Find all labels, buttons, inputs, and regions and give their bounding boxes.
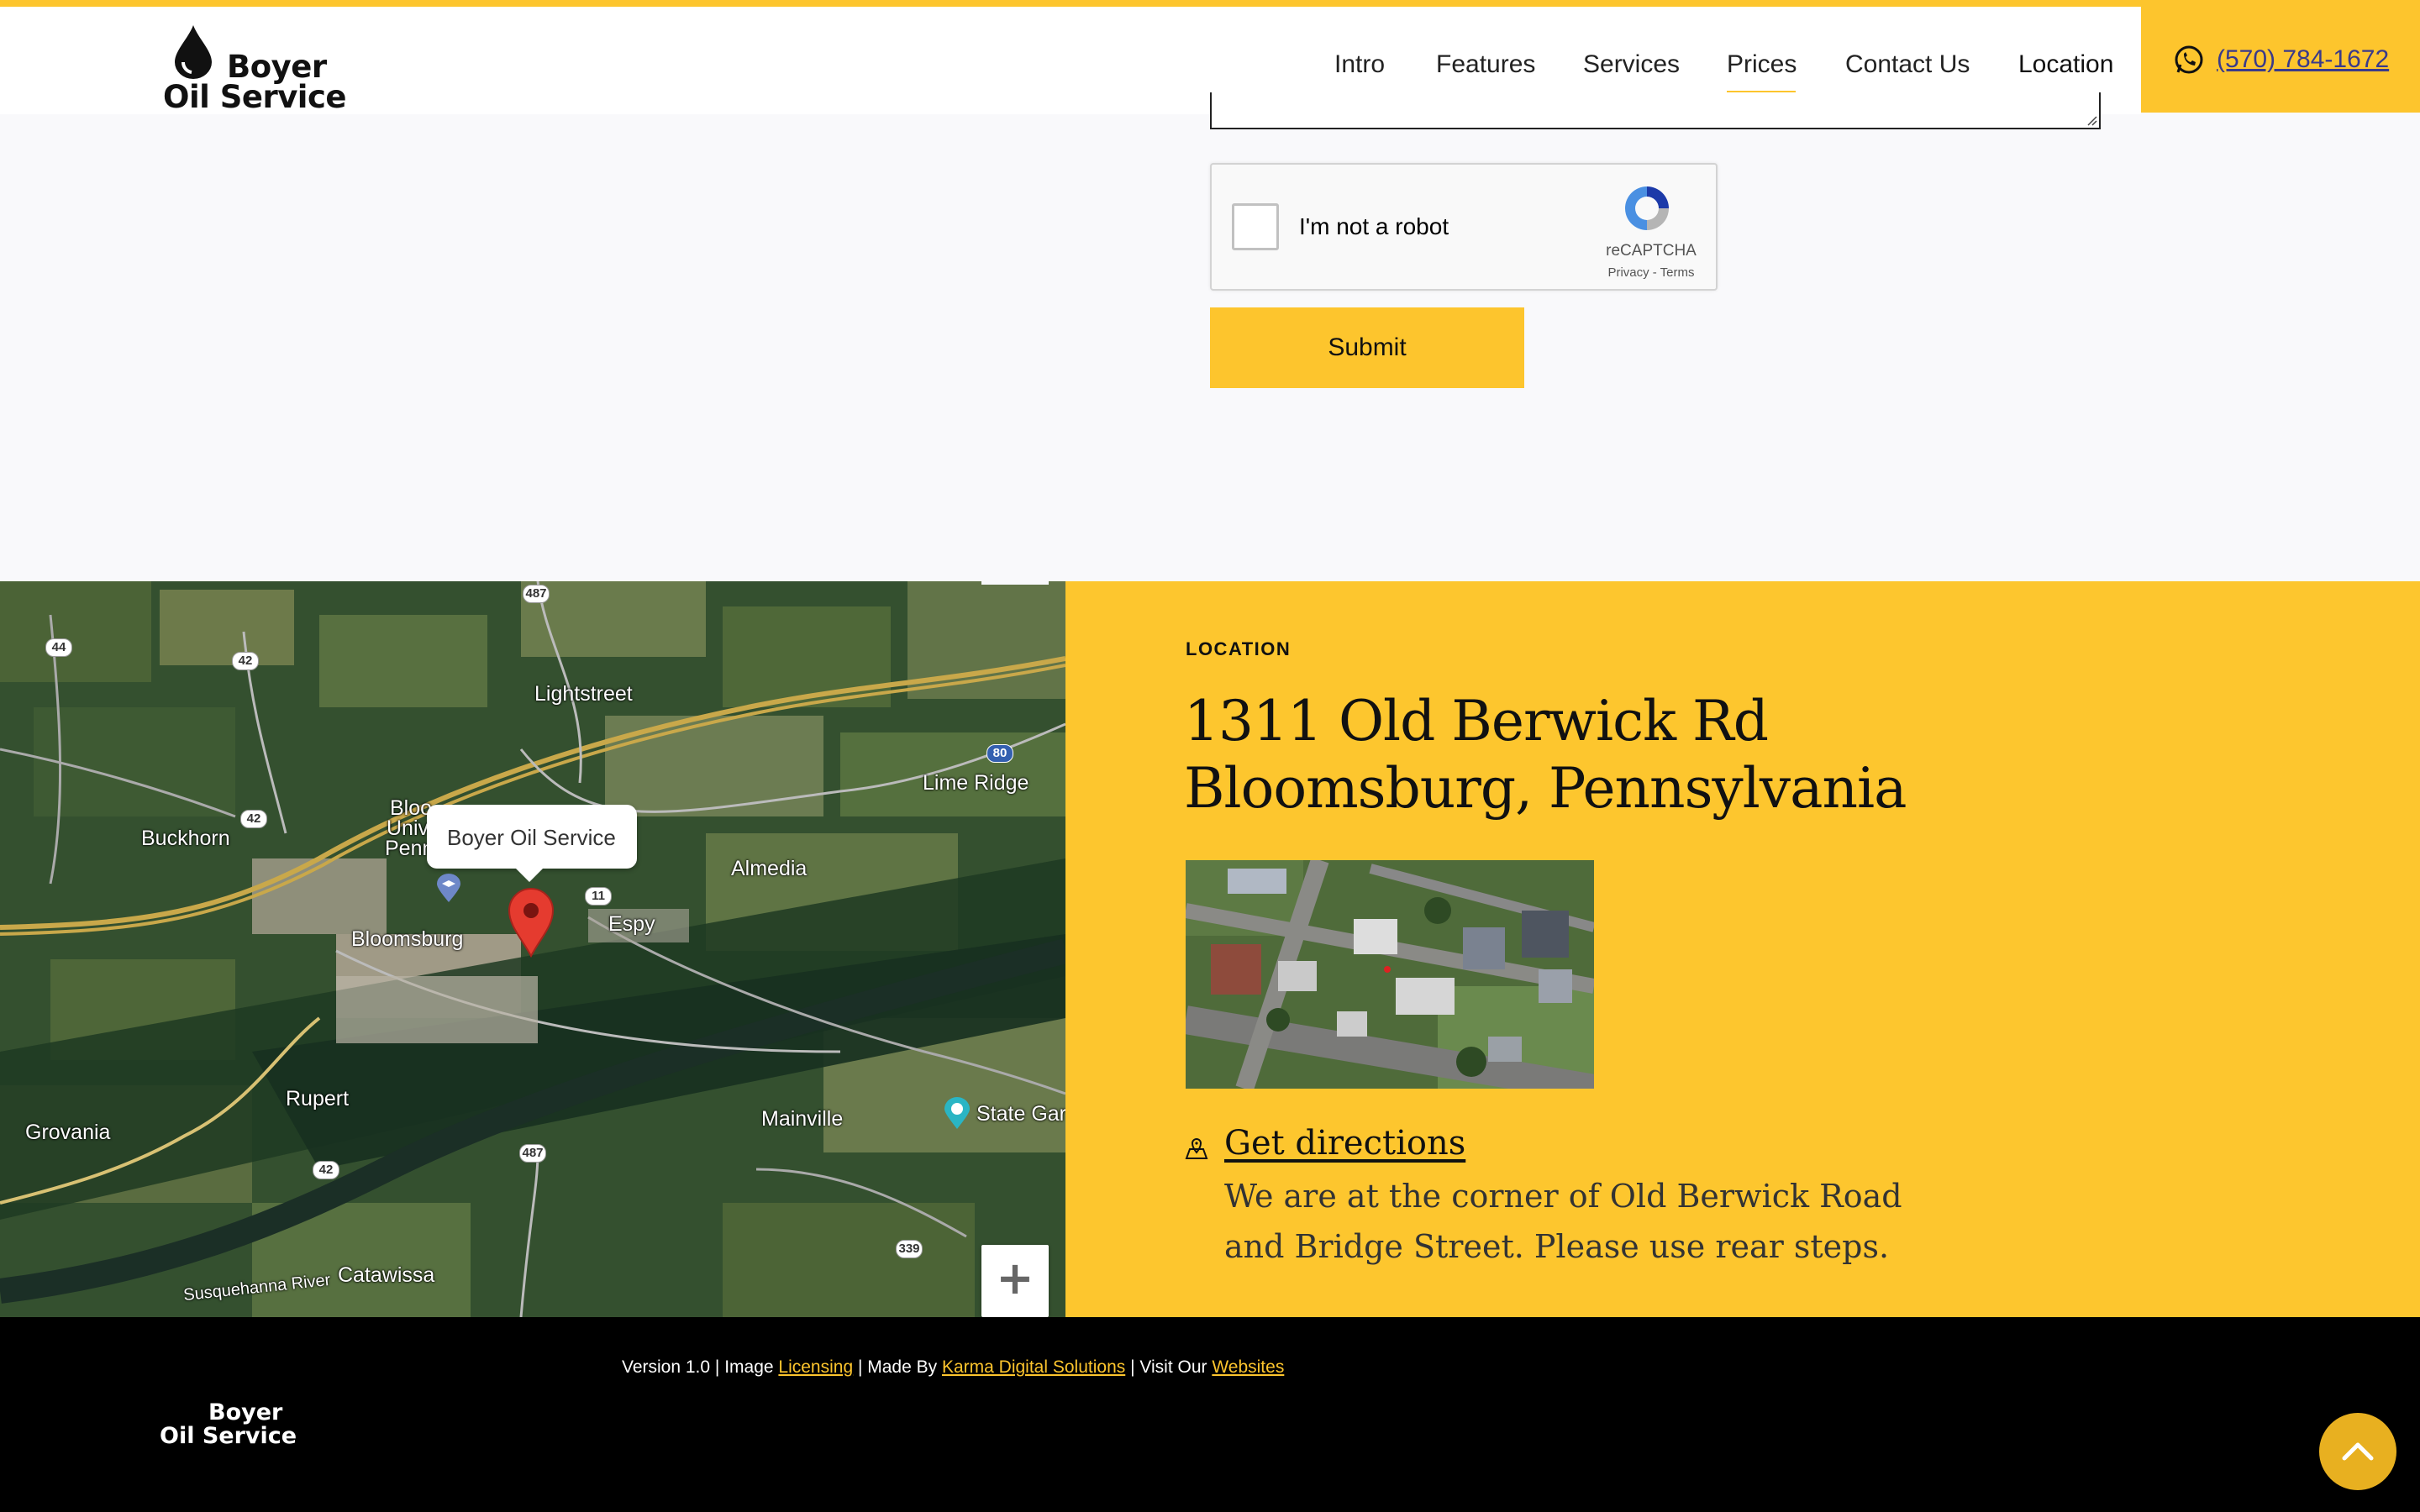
chevron-up-icon — [2342, 1442, 2374, 1461]
aerial-photo — [1186, 860, 1594, 1089]
location-pin-icon[interactable] — [508, 887, 555, 958]
footer-brand-line2: Oil Service — [160, 1423, 297, 1449]
websites-link[interactable]: Websites — [1212, 1357, 1284, 1377]
map-info-title: Boyer Oil Service — [447, 825, 616, 850]
map-place-bloomsburg: Bloomsburg — [351, 927, 464, 951]
karma-link[interactable]: Karma Digital Solutions — [942, 1357, 1125, 1377]
brand-line2: Oil Service — [163, 79, 347, 115]
recaptcha-label: I'm not a robot — [1299, 213, 1449, 239]
university-marker-icon — [437, 874, 460, 902]
google-map[interactable]: Lightstreet Lime Ridge Buckhorn Almedia … — [0, 581, 1065, 1317]
get-directions-link[interactable]: Get directions — [1224, 1124, 1465, 1163]
map-place-state-game-lands: State Gar — [976, 1102, 1065, 1126]
map-info-window[interactable]: Boyer Oil Service — [427, 805, 637, 882]
address-line1: 1311 Old Berwick Rd — [1184, 689, 1769, 753]
map-place-catawissa: Catawissa — [338, 1263, 435, 1287]
map-place-buckhorn: Buckhorn — [141, 827, 230, 850]
recaptcha-checkbox[interactable] — [1232, 203, 1279, 250]
footer-brand-line1: Boyer — [208, 1399, 283, 1425]
recaptcha-links[interactable]: Privacy - Terms — [1605, 265, 1697, 280]
recaptcha-widget: I'm not a robot reCAPTCHA Privacy - Term… — [1210, 163, 1718, 291]
route-shield: 11 — [585, 887, 612, 906]
map-zoom-in-button[interactable]: + — [981, 1245, 1049, 1317]
address-line2: Bloomsburg, Pennsylvania — [1184, 756, 1907, 821]
route-shield: 339 — [896, 1240, 923, 1258]
route-shield: 487 — [523, 585, 550, 603]
footer-version: Version 1.0 | Image — [622, 1357, 779, 1377]
route-shield: 42 — [240, 810, 267, 828]
nav-features[interactable]: Features — [1436, 50, 1535, 79]
licensing-link[interactable]: Licensing — [778, 1357, 853, 1377]
phone-link[interactable]: (570) 784-1672 — [2217, 45, 2389, 74]
map-place-lime-ridge: Lime Ridge — [923, 771, 1029, 795]
map-place-rupert: Rupert — [286, 1087, 350, 1110]
nav-contact-us[interactable]: Contact Us — [1845, 50, 1970, 79]
footer-visit: | Visit Our — [1125, 1357, 1213, 1377]
route-shield: 42 — [313, 1161, 339, 1179]
location-eyebrow: LOCATION — [1186, 638, 1292, 659]
top-accent-strip — [0, 0, 2420, 7]
recaptcha-brand: reCAPTCHA — [1606, 242, 1697, 260]
nav-intro[interactable]: Intro — [1334, 50, 1385, 79]
map-place-lightstreet: Lightstreet — [534, 682, 633, 706]
oil-drop-icon — [175, 25, 212, 79]
recaptcha-logo-icon — [1625, 186, 1669, 230]
directions-note: We are at the corner of Old Berwick Road… — [1224, 1178, 1902, 1265]
park-marker-icon — [944, 1097, 970, 1129]
plus-icon: + — [996, 1252, 1034, 1305]
map-place-almedia: Almedia — [731, 857, 808, 880]
route-shield: 487 — [519, 1144, 546, 1163]
map-place-espy: Espy — [608, 912, 655, 936]
route-shield: 42 — [232, 652, 259, 670]
footer-credits: Version 1.0 | Image Licensing | Made By … — [622, 1357, 1284, 1378]
site-footer: Boyer Oil Service Version 1.0 | Image Li… — [0, 1317, 2420, 1512]
brand-logo[interactable]: Boyer Oil Service — [160, 24, 347, 116]
submit-button[interactable]: Submit — [1210, 307, 1524, 388]
map-place-grovania: Grovania — [25, 1121, 111, 1144]
map-top-notch — [981, 581, 1049, 585]
info-window-tail — [516, 869, 543, 882]
phone-box: (570) 784-1672 — [2141, 0, 2420, 113]
nav-prices[interactable]: Prices — [1727, 50, 1797, 79]
whatsapp-icon — [2175, 45, 2203, 74]
nav-location[interactable]: Location — [2018, 50, 2113, 79]
location-section: LOCATION 1311 Old Berwick Rd Bloomsburg,… — [1065, 581, 2420, 1317]
nav-services[interactable]: Services — [1583, 50, 1680, 79]
map-directions-icon — [1185, 1138, 1208, 1159]
message-textarea[interactable] — [1210, 92, 2101, 129]
map-place-mainville: Mainville — [761, 1107, 844, 1131]
interstate-shield: 80 — [986, 744, 1013, 763]
back-to-top-button[interactable] — [2319, 1413, 2396, 1490]
resize-handle-icon[interactable] — [2086, 114, 2097, 126]
footer-made-by: | Made By — [853, 1357, 942, 1377]
route-shield: 44 — [45, 638, 72, 657]
